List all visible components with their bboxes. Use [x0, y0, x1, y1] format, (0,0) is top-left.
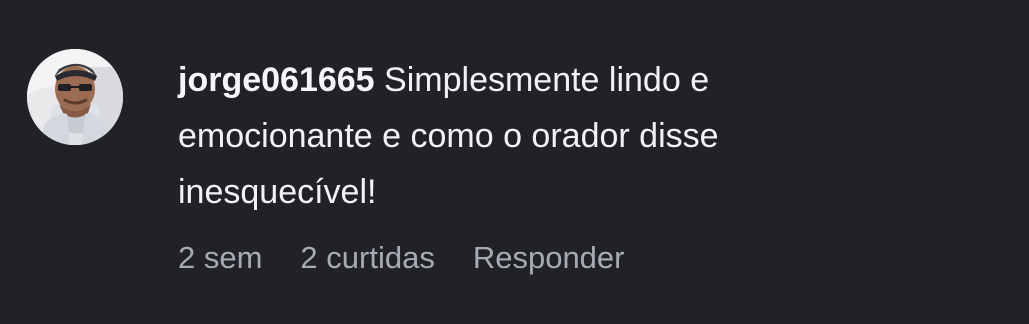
comment-author[interactable]: jorge061665: [178, 61, 375, 99]
comment-body: jorge061665 Simplesmente lindo e emocion…: [178, 52, 898, 220]
user-avatar-photo-icon: [27, 49, 123, 145]
reply-button[interactable]: Responder: [473, 238, 625, 278]
like-count[interactable]: 2 curtidas: [300, 238, 434, 278]
comment-meta: 2 sem 2 curtidas Responder: [178, 238, 624, 278]
comment-timestamp: 2 sem: [178, 240, 263, 275]
avatar[interactable]: [27, 49, 123, 145]
comment-item: jorge061665 Simplesmente lindo e emocion…: [0, 0, 1029, 324]
